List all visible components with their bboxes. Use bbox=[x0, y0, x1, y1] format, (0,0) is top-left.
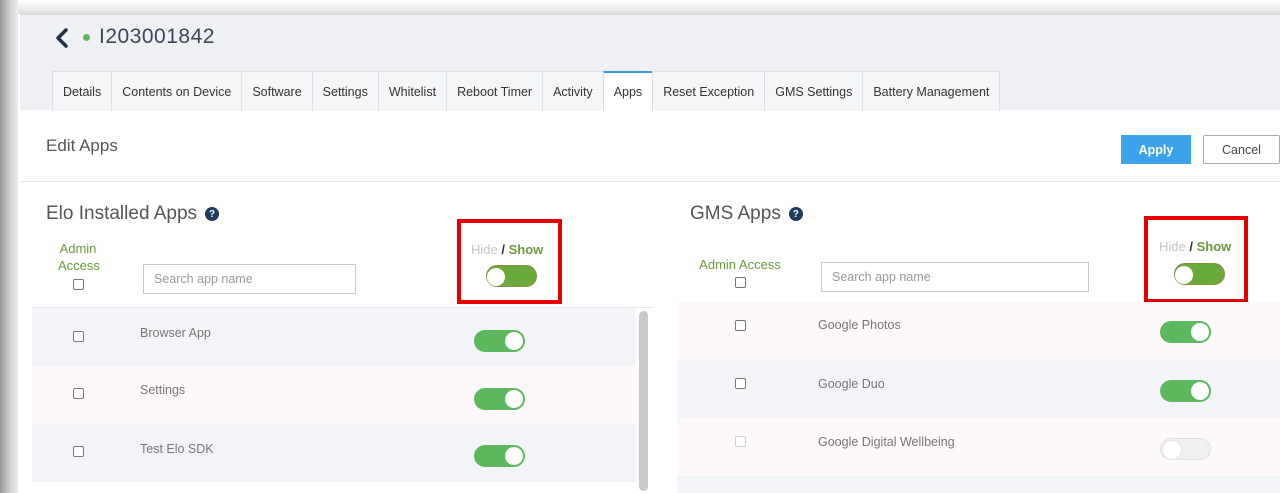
device-header: I203001842 Details Contents on Device So… bbox=[20, 14, 1280, 111]
elo-admin-select-all-checkbox[interactable] bbox=[73, 279, 84, 290]
device-tabs: Details Contents on Device Software Sett… bbox=[52, 71, 1001, 111]
list-item: Browser App bbox=[32, 308, 636, 366]
app-admin-checkbox[interactable] bbox=[73, 446, 84, 457]
app-window: I203001842 Details Contents on Device So… bbox=[0, 0, 1280, 493]
app-visibility-toggle[interactable] bbox=[1160, 321, 1211, 343]
gms-apps-title-text: GMS Apps bbox=[690, 203, 781, 224]
list-item: Test Elo SDK bbox=[32, 424, 636, 482]
app-name: Google Photos bbox=[818, 318, 901, 332]
tab-reset-exception[interactable]: Reset Exception bbox=[652, 71, 765, 111]
help-icon[interactable]: ? bbox=[205, 207, 220, 221]
app-name: Google Digital Wellbeing bbox=[818, 435, 955, 449]
app-admin-checkbox[interactable] bbox=[73, 331, 84, 342]
tab-software[interactable]: Software bbox=[241, 71, 312, 111]
elo-apps-title: Elo Installed Apps ? bbox=[46, 203, 220, 225]
app-admin-checkbox[interactable] bbox=[735, 378, 746, 389]
help-icon[interactable]: ? bbox=[788, 207, 803, 221]
elo-search-input[interactable] bbox=[143, 264, 356, 294]
app-name: Google Duo bbox=[818, 377, 885, 391]
app-visibility-toggle[interactable] bbox=[1160, 438, 1211, 460]
tab-battery-management[interactable]: Battery Management bbox=[862, 71, 1001, 111]
tab-gms-settings[interactable]: GMS Settings bbox=[764, 71, 863, 111]
elo-admin-access-label: Admin Access bbox=[58, 241, 100, 273]
app-name: Settings bbox=[140, 383, 186, 397]
app-admin-checkbox[interactable] bbox=[735, 436, 746, 447]
app-name: Test Elo SDK bbox=[140, 442, 214, 456]
highlight-box bbox=[1144, 216, 1248, 303]
cancel-button[interactable]: Cancel bbox=[1203, 135, 1280, 164]
list-item: Google Duo bbox=[677, 360, 1280, 418]
divider bbox=[20, 181, 1280, 182]
list-scrollbar[interactable] bbox=[639, 311, 648, 491]
device-id-title: I203001842 bbox=[99, 25, 215, 48]
tab-details[interactable]: Details bbox=[52, 71, 112, 111]
list-item: Settings bbox=[32, 366, 636, 424]
status-dot-icon bbox=[83, 34, 90, 41]
tab-apps[interactable]: Apps bbox=[602, 71, 653, 111]
app-visibility-toggle[interactable] bbox=[1160, 380, 1211, 402]
highlight-box bbox=[457, 219, 562, 304]
elo-apps-title-text: Elo Installed Apps bbox=[46, 203, 198, 224]
app-visibility-toggle[interactable] bbox=[474, 388, 525, 410]
tab-whitelist[interactable]: Whitelist bbox=[377, 71, 447, 111]
tab-reboot-timer[interactable]: Reboot Timer bbox=[446, 71, 543, 111]
gms-admin-access-label: Admin Access bbox=[699, 257, 781, 272]
app-visibility-toggle[interactable] bbox=[474, 445, 525, 467]
gms-search-input[interactable] bbox=[821, 262, 1089, 292]
list-item: Google Photos bbox=[677, 302, 1280, 360]
edit-apps-title: Edit Apps bbox=[46, 136, 118, 155]
tab-contents-on-device[interactable]: Contents on Device bbox=[111, 71, 242, 111]
app-name: Browser App bbox=[140, 326, 211, 340]
chevron-left-icon[interactable] bbox=[52, 26, 72, 50]
app-visibility-toggle[interactable] bbox=[474, 330, 525, 352]
list-item: Google Digital Wellbeing bbox=[677, 418, 1280, 476]
gms-apps-title: GMS Apps ? bbox=[690, 203, 803, 225]
tab-activity[interactable]: Activity bbox=[542, 71, 603, 111]
apply-button[interactable]: Apply bbox=[1121, 135, 1191, 164]
app-admin-checkbox[interactable] bbox=[73, 388, 84, 399]
gms-admin-select-all-checkbox[interactable] bbox=[735, 277, 746, 288]
app-admin-checkbox[interactable] bbox=[735, 320, 746, 331]
tab-settings[interactable]: Settings bbox=[311, 71, 378, 111]
